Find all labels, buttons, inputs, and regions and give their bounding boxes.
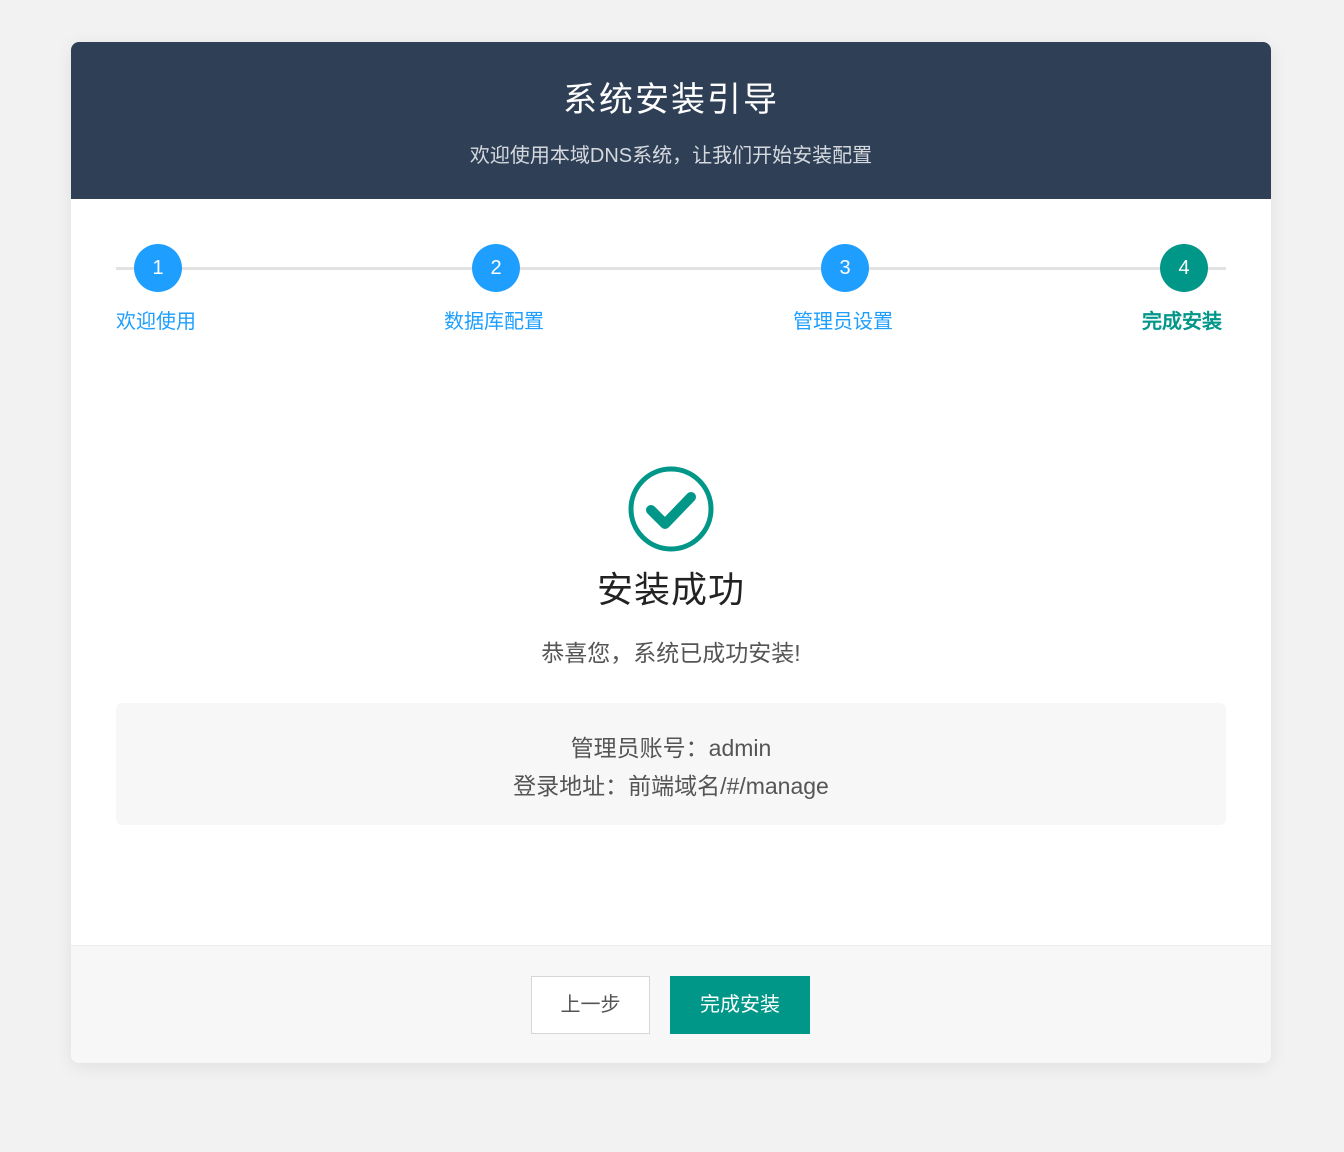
check-circle-icon [628,466,714,552]
step-admin-settings: 3 管理员设置 [793,244,903,344]
success-message: 恭喜您，系统已成功安装! [541,640,801,666]
login-url-text: 登录地址：前端域名/#/manage [513,773,829,799]
step-number: 1 [134,244,182,292]
step-label: 欢迎使用 [116,311,196,333]
wizard-footer: 上一步 完成安装 [71,945,1271,1063]
finish-install-button[interactable]: 完成安装 [670,976,810,1034]
step-label: 完成安装 [1142,311,1222,333]
step-indicator: 1 欢迎使用 2 数据库配置 3 管理员设置 4 完成安装 [116,244,1226,344]
prev-step-button[interactable]: 上一步 [531,976,650,1034]
step-welcome: 1 欢迎使用 [116,244,226,344]
step-number: 3 [821,244,869,292]
success-title: 安装成功 [596,569,745,610]
step-number: 2 [472,244,520,292]
wizard-header: 系统安装引导 欢迎使用本域DNS系统，让我们开始安装配置 [71,42,1271,199]
install-wizard-card: 系统安装引导 欢迎使用本域DNS系统，让我们开始安装配置 1 欢迎使用 2 数据… [71,42,1271,1063]
page-subtitle: 欢迎使用本域DNS系统，让我们开始安装配置 [469,145,873,167]
page-title: 系统安装引导 [563,81,779,119]
admin-account-text: 管理员账号：admin [570,735,772,761]
step-number: 4 [1160,244,1208,292]
step-database-config: 2 数据库配置 [444,244,554,344]
step-finish-install: 4 完成安装 [1142,244,1226,344]
step-label: 管理员设置 [793,311,893,333]
step-label: 数据库配置 [444,311,544,333]
install-info-box: 管理员账号：admin 登录地址：前端域名/#/manage [116,703,1226,825]
steps-progress-line [116,267,1226,270]
